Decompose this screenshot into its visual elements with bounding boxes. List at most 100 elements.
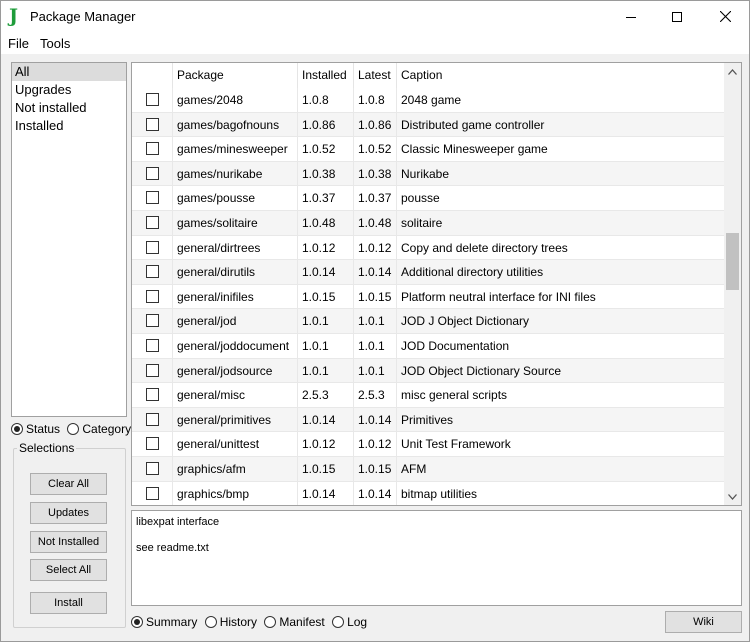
row-checkbox[interactable] [146,265,159,279]
summary-radio[interactable] [131,616,143,628]
row-checkbox[interactable] [146,314,159,328]
scroll-thumb[interactable] [726,233,739,290]
row-checkbox[interactable] [146,338,159,352]
category-radio[interactable] [67,423,80,435]
vertical-scrollbar[interactable] [724,63,741,505]
package-name: graphics/afm [173,456,298,481]
row-checkbox[interactable] [146,486,159,500]
scroll-down-button[interactable] [724,488,741,505]
table-row[interactable]: general/inifiles 1.0.15 1.0.15 Platform neu… [132,284,725,310]
j-logo-icon: J [9,5,18,27]
package-caption: AFM [401,461,427,476]
package-caption: JOD Object Dictionary Source [401,363,562,378]
row-checkbox[interactable] [146,142,159,156]
package-name: general/dirutils [173,260,298,285]
chevron-down-icon [728,493,737,500]
row-checkbox[interactable] [146,93,159,106]
row-checkbox[interactable] [146,388,159,402]
installed-version: 1.0.14 [298,407,354,432]
table-row[interactable]: general/jodsource 1.0.1 1.0.1 JOD Object Di… [132,358,725,384]
manifest-radio[interactable] [264,616,277,628]
installed-version: 1.0.14 [298,260,354,285]
row-checkbox[interactable] [146,166,159,180]
table-row[interactable]: general/jod 1.0.1 1.0.1 JOD J Object Dictio… [132,309,725,334]
header-package[interactable]: Package [173,63,298,88]
package-name: games/2048 [173,88,298,112]
package-name: games/pousse [173,186,298,211]
row-checkbox[interactable] [146,363,159,377]
table-row[interactable]: general/primitives 1.0.14 1.0.14 Primitives [132,407,725,433]
header-installed[interactable]: Installed [298,63,354,88]
minimize-button[interactable] [608,1,654,32]
row-check-cell [132,358,173,383]
row-checkbox[interactable] [146,461,159,475]
latest-version: 1.0.12 [354,432,397,457]
table-row[interactable]: graphics/bmp 1.0.14 1.0.14 bitmap utilities [132,481,725,505]
package-name: graphics/bmp [173,481,298,505]
not-installed-button[interactable]: Not Installed [30,531,107,553]
history-radio[interactable] [204,616,217,628]
row-checkbox[interactable] [146,412,159,426]
table-row[interactable]: general/misc 2.5.3 2.5.3 misc general scrip… [132,383,725,408]
latest-version: 1.0.52 [354,137,397,162]
clear-all-button[interactable]: Clear All [30,473,107,495]
installed-version: 1.0.8 [298,88,354,112]
install-button[interactable]: Install [30,592,107,614]
table-row[interactable]: games/2048 1.0.8 1.0.8 2048 game [132,88,725,113]
close-icon [719,11,731,22]
header-caption[interactable]: Caption [397,63,725,88]
category-radio-label: Category [82,422,132,436]
row-check-cell [132,112,173,137]
table-row[interactable]: games/nurikabe 1.0.38 1.0.38 Nurikabe [132,161,725,187]
row-checkbox[interactable] [146,437,159,451]
filter-list[interactable]: All Upgrades Not installed Installed [11,62,127,417]
row-checkbox[interactable] [146,240,159,254]
updates-button[interactable]: Updates [30,502,107,524]
scroll-up-button[interactable] [724,63,741,80]
table-row[interactable]: games/bagofnouns 1.0.86 1.0.86 Distributed … [132,112,725,138]
latest-version: 1.0.1 [354,358,397,383]
menu-bar: File Tools [1,32,749,54]
table-row[interactable]: general/dirtrees 1.0.12 1.0.12 Copy and del… [132,235,725,261]
detail-radios: Summary History Manifest Log [131,615,371,629]
wiki-button[interactable]: Wiki [665,611,742,633]
row-check-cell [132,137,173,162]
table-row[interactable]: general/dirutils 1.0.14 1.0.14 Additional d… [132,260,725,285]
table-row[interactable]: games/solitaire 1.0.48 1.0.48 solitaire [132,210,725,236]
view-mode-radios: Status Category [11,422,135,436]
package-name: general/inifiles [173,284,298,309]
filter-item-installed[interactable]: Installed [12,117,126,135]
package-name: games/minesweeper [173,137,298,162]
maximize-button[interactable] [654,1,700,32]
row-checkbox[interactable] [146,191,159,205]
installed-version: 2.5.3 [298,383,354,408]
close-button[interactable] [702,1,748,32]
table-row[interactable]: games/minesweeper 1.0.52 1.0.52 Classic Min… [132,137,725,162]
table-row[interactable]: graphics/afm 1.0.15 1.0.15 AFM [132,456,725,482]
filter-item-not-installed[interactable]: Not installed [12,99,126,117]
menu-file[interactable]: File [8,36,29,51]
package-table[interactable]: Package Installed Latest Caption games/2… [131,62,742,506]
row-checkbox[interactable] [146,117,159,131]
row-check-cell [132,481,173,505]
latest-version: 1.0.38 [354,161,397,186]
package-name: games/solitaire [173,210,298,235]
row-check-cell [132,260,173,285]
row-check-cell [132,333,173,358]
menu-tools[interactable]: Tools [40,36,70,51]
package-name: general/unittest [173,432,298,457]
table-row[interactable]: games/pousse 1.0.37 1.0.37 pousse [132,186,725,211]
status-radio[interactable] [11,423,23,435]
filter-item-upgrades[interactable]: Upgrades [12,81,126,99]
row-checkbox[interactable] [146,289,159,303]
row-check-cell [132,383,173,408]
table-row[interactable]: general/joddocument 1.0.1 1.0.1 JOD Documen… [132,333,725,359]
select-all-button[interactable]: Select All [30,559,107,581]
row-checkbox[interactable] [146,215,159,229]
filter-item-all[interactable]: All [12,63,126,81]
log-radio[interactable] [332,616,345,628]
table-row[interactable]: general/unittest 1.0.12 1.0.12 Unit Test Fr… [132,432,725,457]
header-latest[interactable]: Latest [354,63,397,88]
latest-version: 1.0.15 [354,456,397,481]
package-caption: Platform neutral interface for INI files [401,289,596,304]
